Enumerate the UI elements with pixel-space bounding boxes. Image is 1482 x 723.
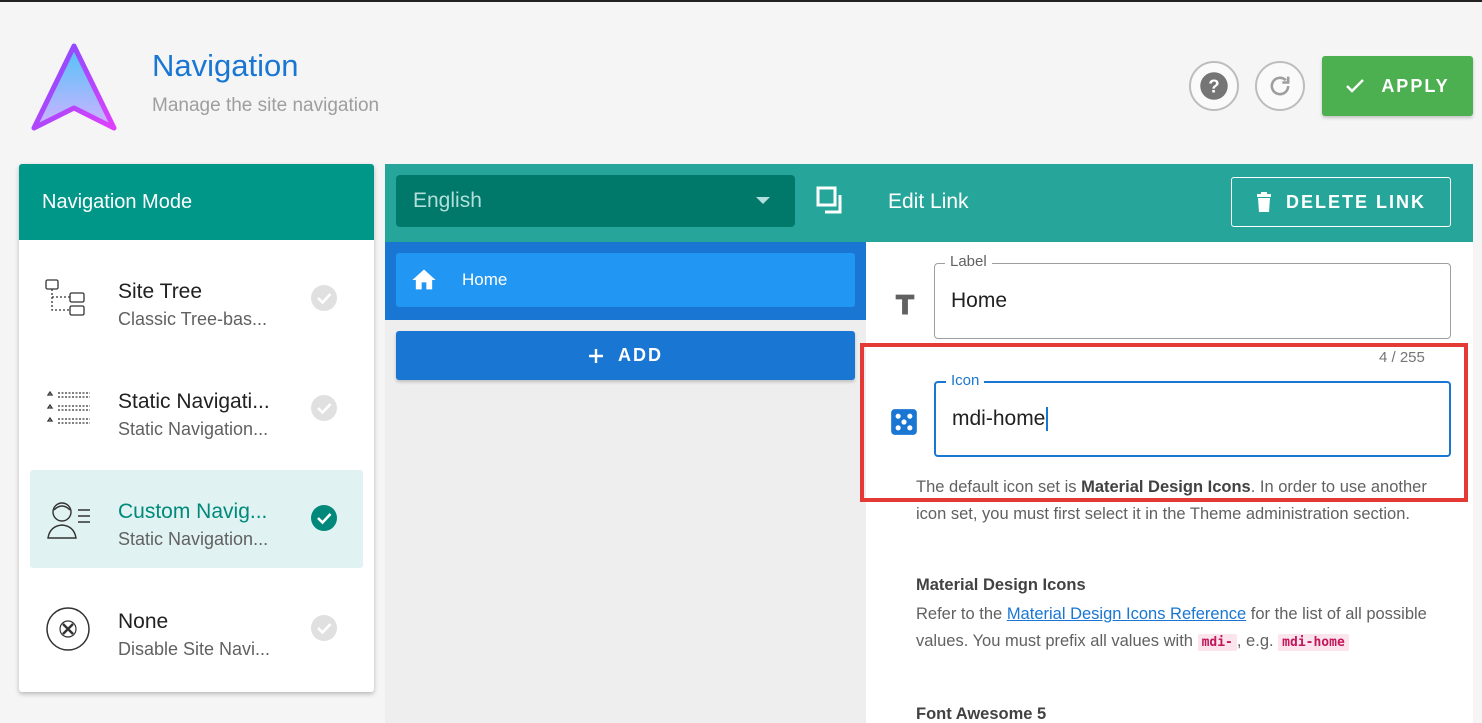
static-list-icon — [46, 390, 90, 424]
user-list-icon — [47, 502, 90, 539]
app-logo — [28, 40, 120, 134]
mode-item-custom-navigation[interactable]: Custom Navig... Static Navigation... — [30, 470, 363, 568]
help-heading-font-awesome: Font Awesome 5 — [916, 705, 1047, 723]
delete-link-button[interactable]: DELETE LINK — [1231, 177, 1451, 227]
mdi-reference-link[interactable]: Material Design Icons Reference — [1007, 605, 1246, 623]
copy-icon[interactable] — [816, 186, 846, 216]
check-circle-icon — [311, 505, 337, 531]
help-heading-mdi: Material Design Icons — [916, 576, 1086, 594]
editor-toolbar: English Edit Link DELETE LINK — [385, 164, 1473, 242]
apply-button[interactable]: APPLY — [1322, 56, 1473, 116]
mode-item-static-navigation[interactable]: Static Navigati... Static Navigation... — [30, 360, 363, 458]
navigation-mode-header: Navigation Mode — [19, 164, 374, 240]
mdi-help-paragraph: Refer to the Material Design Icons Refer… — [916, 605, 1427, 651]
refresh-icon — [1270, 76, 1290, 96]
mode-description: Static Navigation... — [118, 529, 269, 549]
edit-link-title: Edit Link — [888, 190, 969, 213]
help-button[interactable]: ? — [1189, 61, 1239, 111]
page-subtitle: Manage the site navigation — [152, 95, 380, 116]
navigation-tree-panel: Home ADD — [385, 242, 866, 723]
chevron-down-icon — [756, 197, 770, 204]
trash-icon — [1256, 192, 1271, 212]
apply-label: APPLY — [1381, 75, 1450, 96]
add-link-button[interactable]: ADD — [396, 331, 855, 380]
tree-list: Home — [385, 242, 866, 320]
code-mdi-prefix: mdi- — [1197, 634, 1237, 651]
none-circle-x-icon — [46, 607, 90, 651]
site-tree-icon — [45, 279, 85, 316]
check-circle-icon — [311, 615, 337, 641]
tree-item-home[interactable]: Home — [396, 253, 855, 307]
mode-item-none[interactable]: None Disable Site Navi... — [30, 580, 363, 678]
navigation-mode-card: Navigation Mode Site Tree Classic Tree-b… — [19, 164, 374, 692]
home-icon — [412, 269, 436, 290]
check-icon — [1346, 79, 1365, 93]
code-mdi-home: mdi-home — [1278, 634, 1349, 651]
label-field-value: Home — [951, 289, 1008, 312]
check-circle-icon — [311, 285, 337, 311]
label-field-label: Label — [945, 253, 992, 270]
help-circle-icon: ? — [1200, 72, 1228, 100]
svg-text:?: ? — [1208, 75, 1219, 96]
tree-item-label: Home — [462, 270, 508, 289]
mode-title: Site Tree — [118, 280, 203, 303]
page-title: Navigation — [152, 48, 299, 83]
mode-description: Classic Tree-bas... — [118, 309, 268, 329]
add-label: ADD — [618, 345, 663, 365]
mode-item-site-tree[interactable]: Site Tree Classic Tree-bas... — [30, 250, 363, 348]
mode-title: Custom Navig... — [118, 500, 268, 523]
mode-title: Static Navigati... — [118, 390, 270, 413]
format-text-icon — [895, 294, 915, 315]
mode-description: Static Navigation... — [118, 419, 269, 439]
highlight-annotation — [860, 343, 1468, 502]
plus-icon — [589, 348, 603, 363]
label-field[interactable]: Label Home — [934, 253, 1451, 339]
refresh-button[interactable] — [1255, 61, 1305, 111]
delete-link-label: DELETE LINK — [1285, 191, 1426, 212]
mode-description: Disable Site Navi... — [118, 639, 271, 659]
locale-select[interactable]: English — [396, 175, 795, 227]
check-circle-icon — [311, 395, 337, 421]
locale-value: English — [413, 189, 482, 212]
mode-title: None — [118, 610, 169, 633]
